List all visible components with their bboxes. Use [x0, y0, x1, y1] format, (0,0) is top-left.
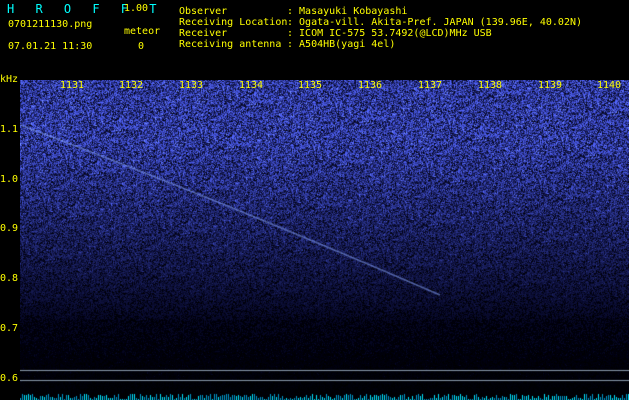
app-version: 1.00: [124, 3, 149, 14]
freq-tick: 0.7: [0, 323, 19, 334]
time-tick: 1131: [60, 80, 85, 91]
info-labels: Observer Receiving Location Receiver Rec…: [179, 6, 287, 50]
freq-tick: 0.6: [0, 373, 19, 384]
freq-unit-label: kHz: [0, 74, 19, 85]
info-label-location: Receiving Location: [179, 17, 288, 28]
time-tick: 1133: [179, 80, 204, 91]
meteor-count: 0: [138, 41, 145, 52]
meteor-label: meteor: [124, 26, 161, 37]
info-value-location: : Ogata-vill. Akita-Pref. JAPAN (139.96E…: [287, 17, 583, 28]
file-name: 0701211130.png: [8, 19, 93, 30]
freq-tick: 1.1: [0, 124, 19, 135]
info-label-receiver: Receiver: [179, 28, 228, 39]
time-tick: 1137: [418, 80, 443, 91]
time-tick: 1132: [119, 80, 144, 91]
info-value-receiver: : ICOM IC-575 53.7492(@LCD)MHz USB: [287, 28, 492, 39]
date-time: 07.01.21 11:30: [8, 41, 93, 52]
freq-tick: 1.0: [0, 174, 19, 185]
spectrogram: [20, 80, 629, 400]
info-label-observer: Observer: [179, 6, 228, 17]
time-tick: 1140: [597, 80, 622, 91]
time-tick: 1134: [239, 80, 264, 91]
time-tick: 1136: [358, 80, 383, 91]
time-tick: 1138: [478, 80, 503, 91]
info-value-observer: : Masayuki Kobayashi: [287, 6, 408, 17]
info-values: : Masayuki Kobayashi : Ogata-vill. Akita…: [287, 6, 582, 50]
info-label-antenna: Receiving antenna: [179, 39, 282, 50]
info-value-antenna: : A504HB(yagi 4el): [287, 39, 396, 50]
freq-tick: 0.9: [0, 223, 19, 234]
time-tick: 1135: [298, 80, 323, 91]
time-tick: 1139: [538, 80, 563, 91]
freq-tick: 0.8: [0, 273, 19, 284]
